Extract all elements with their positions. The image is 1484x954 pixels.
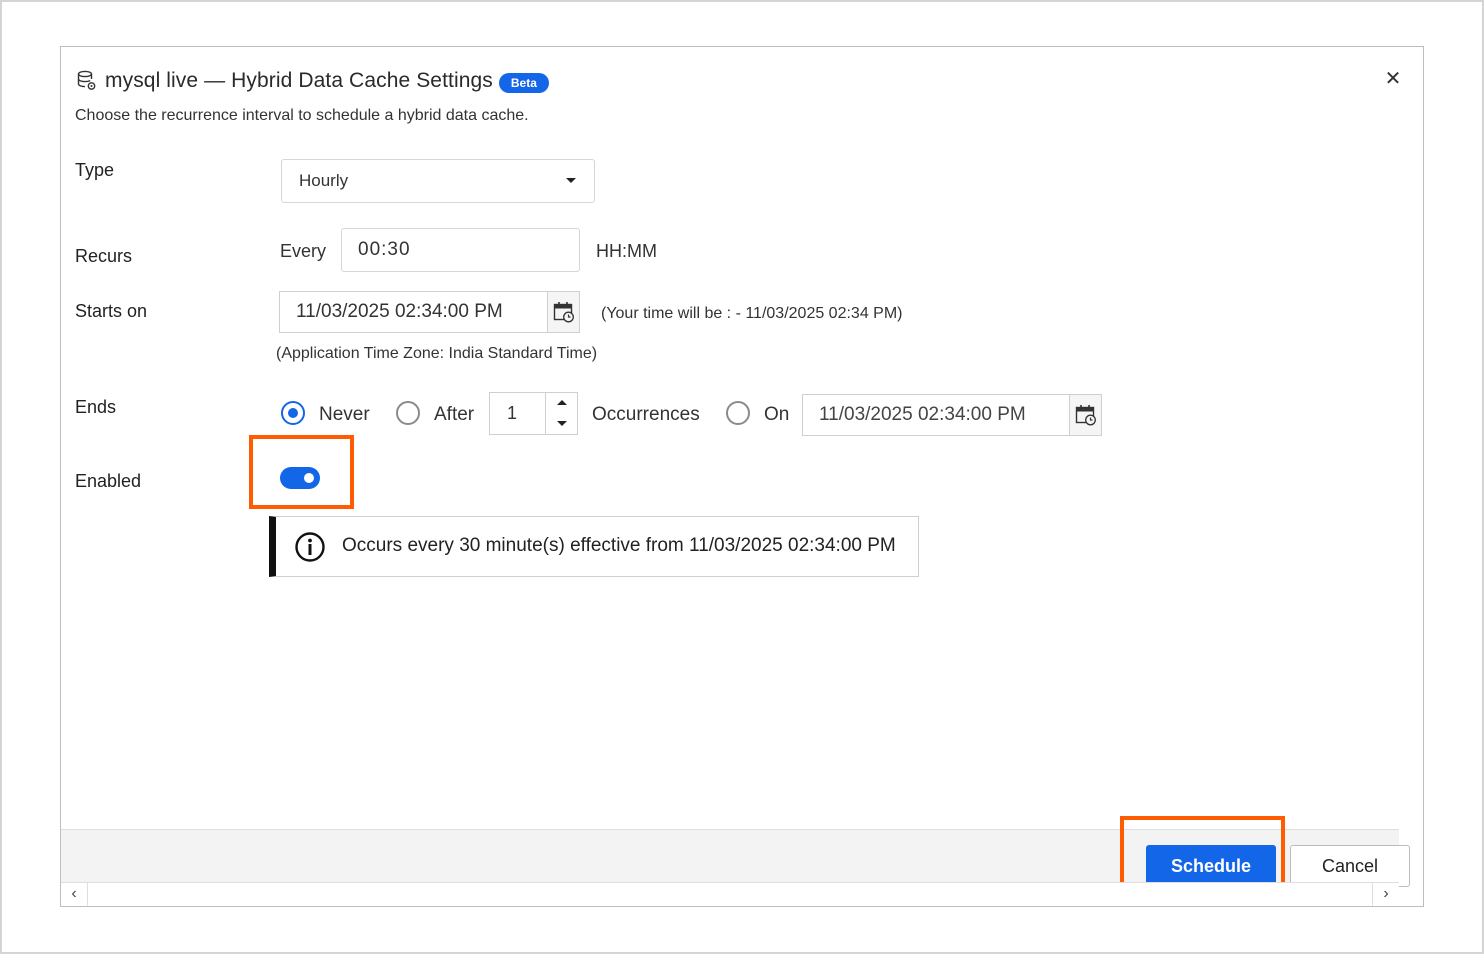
- start-datetime-value: 11/03/2025 02:34:00 PM: [296, 301, 503, 322]
- schedule-button[interactable]: Schedule: [1146, 845, 1276, 887]
- dialog-title: mysql live — Hybrid Data Cache Settings: [105, 69, 493, 92]
- timezone-note: (Application Time Zone: India Standard T…: [276, 345, 598, 362]
- toggle-knob: [304, 473, 314, 483]
- enabled-label: Enabled: [75, 471, 142, 491]
- dialog-subtitle: Choose the recurrence interval to schedu…: [75, 107, 529, 124]
- ends-never-label: Never: [319, 404, 370, 425]
- horizontal-scrollbar[interactable]: ‹ ›: [61, 882, 1399, 906]
- starts-on-label: Starts on: [75, 301, 148, 321]
- local-time-note: (Your time will be : - 11/03/2025 02:34 …: [601, 305, 903, 322]
- calendar-clock-icon: [553, 302, 574, 323]
- ends-after-label: After: [434, 404, 475, 425]
- recurrence-interval-input[interactable]: 00:30: [341, 228, 580, 272]
- type-dropdown[interactable]: Hourly: [281, 159, 595, 203]
- dialog-header: mysql live — Hybrid Data Cache Settings …: [77, 69, 549, 93]
- stepper-buttons: [545, 393, 577, 434]
- enabled-toggle[interactable]: [280, 467, 320, 489]
- stepper-up-icon[interactable]: [557, 400, 567, 405]
- occurrences-stepper[interactable]: 1: [489, 392, 578, 435]
- end-calendar-button[interactable]: [1069, 395, 1101, 435]
- close-icon[interactable]: ✕: [1383, 69, 1403, 89]
- chevron-down-icon: [566, 178, 576, 183]
- interval-unit-label: HH:MM: [596, 241, 657, 261]
- occurrences-label: Occurrences: [592, 404, 700, 425]
- info-circle-icon: [295, 532, 325, 562]
- start-calendar-button[interactable]: [547, 292, 579, 332]
- occurrences-value: 1: [507, 403, 518, 423]
- database-settings-icon: [77, 70, 96, 90]
- scroll-left-icon[interactable]: ‹: [63, 885, 85, 903]
- ends-on-radio[interactable]: [726, 401, 750, 425]
- scroll-track[interactable]: [87, 883, 1373, 906]
- calendar-clock-icon: [1075, 405, 1096, 426]
- beta-badge: Beta: [498, 73, 549, 93]
- stepper-down-icon[interactable]: [557, 421, 567, 426]
- ends-after-radio[interactable]: [396, 401, 420, 425]
- ends-label: Ends: [75, 397, 117, 417]
- end-datetime-value: 11/03/2025 02:34:00 PM: [819, 404, 1026, 425]
- hybrid-cache-settings-dialog: mysql live — Hybrid Data Cache Settings …: [60, 46, 1424, 907]
- ends-never-radio[interactable]: [281, 401, 305, 425]
- schedule-summary-text: Occurs every 30 minute(s) effective from…: [342, 535, 896, 556]
- type-label: Type: [75, 160, 115, 180]
- every-label: Every: [280, 241, 327, 261]
- schedule-summary-box: Occurs every 30 minute(s) effective from…: [269, 516, 919, 577]
- ends-on-label: On: [764, 404, 790, 425]
- end-datetime-input[interactable]: 11/03/2025 02:34:00 PM: [802, 394, 1102, 436]
- recurs-label: Recurs: [75, 246, 133, 266]
- start-datetime-input[interactable]: 11/03/2025 02:34:00 PM: [279, 291, 580, 333]
- scroll-right-icon[interactable]: ›: [1375, 885, 1397, 903]
- type-selected-value: Hourly: [299, 171, 349, 190]
- cancel-button[interactable]: Cancel: [1290, 845, 1410, 887]
